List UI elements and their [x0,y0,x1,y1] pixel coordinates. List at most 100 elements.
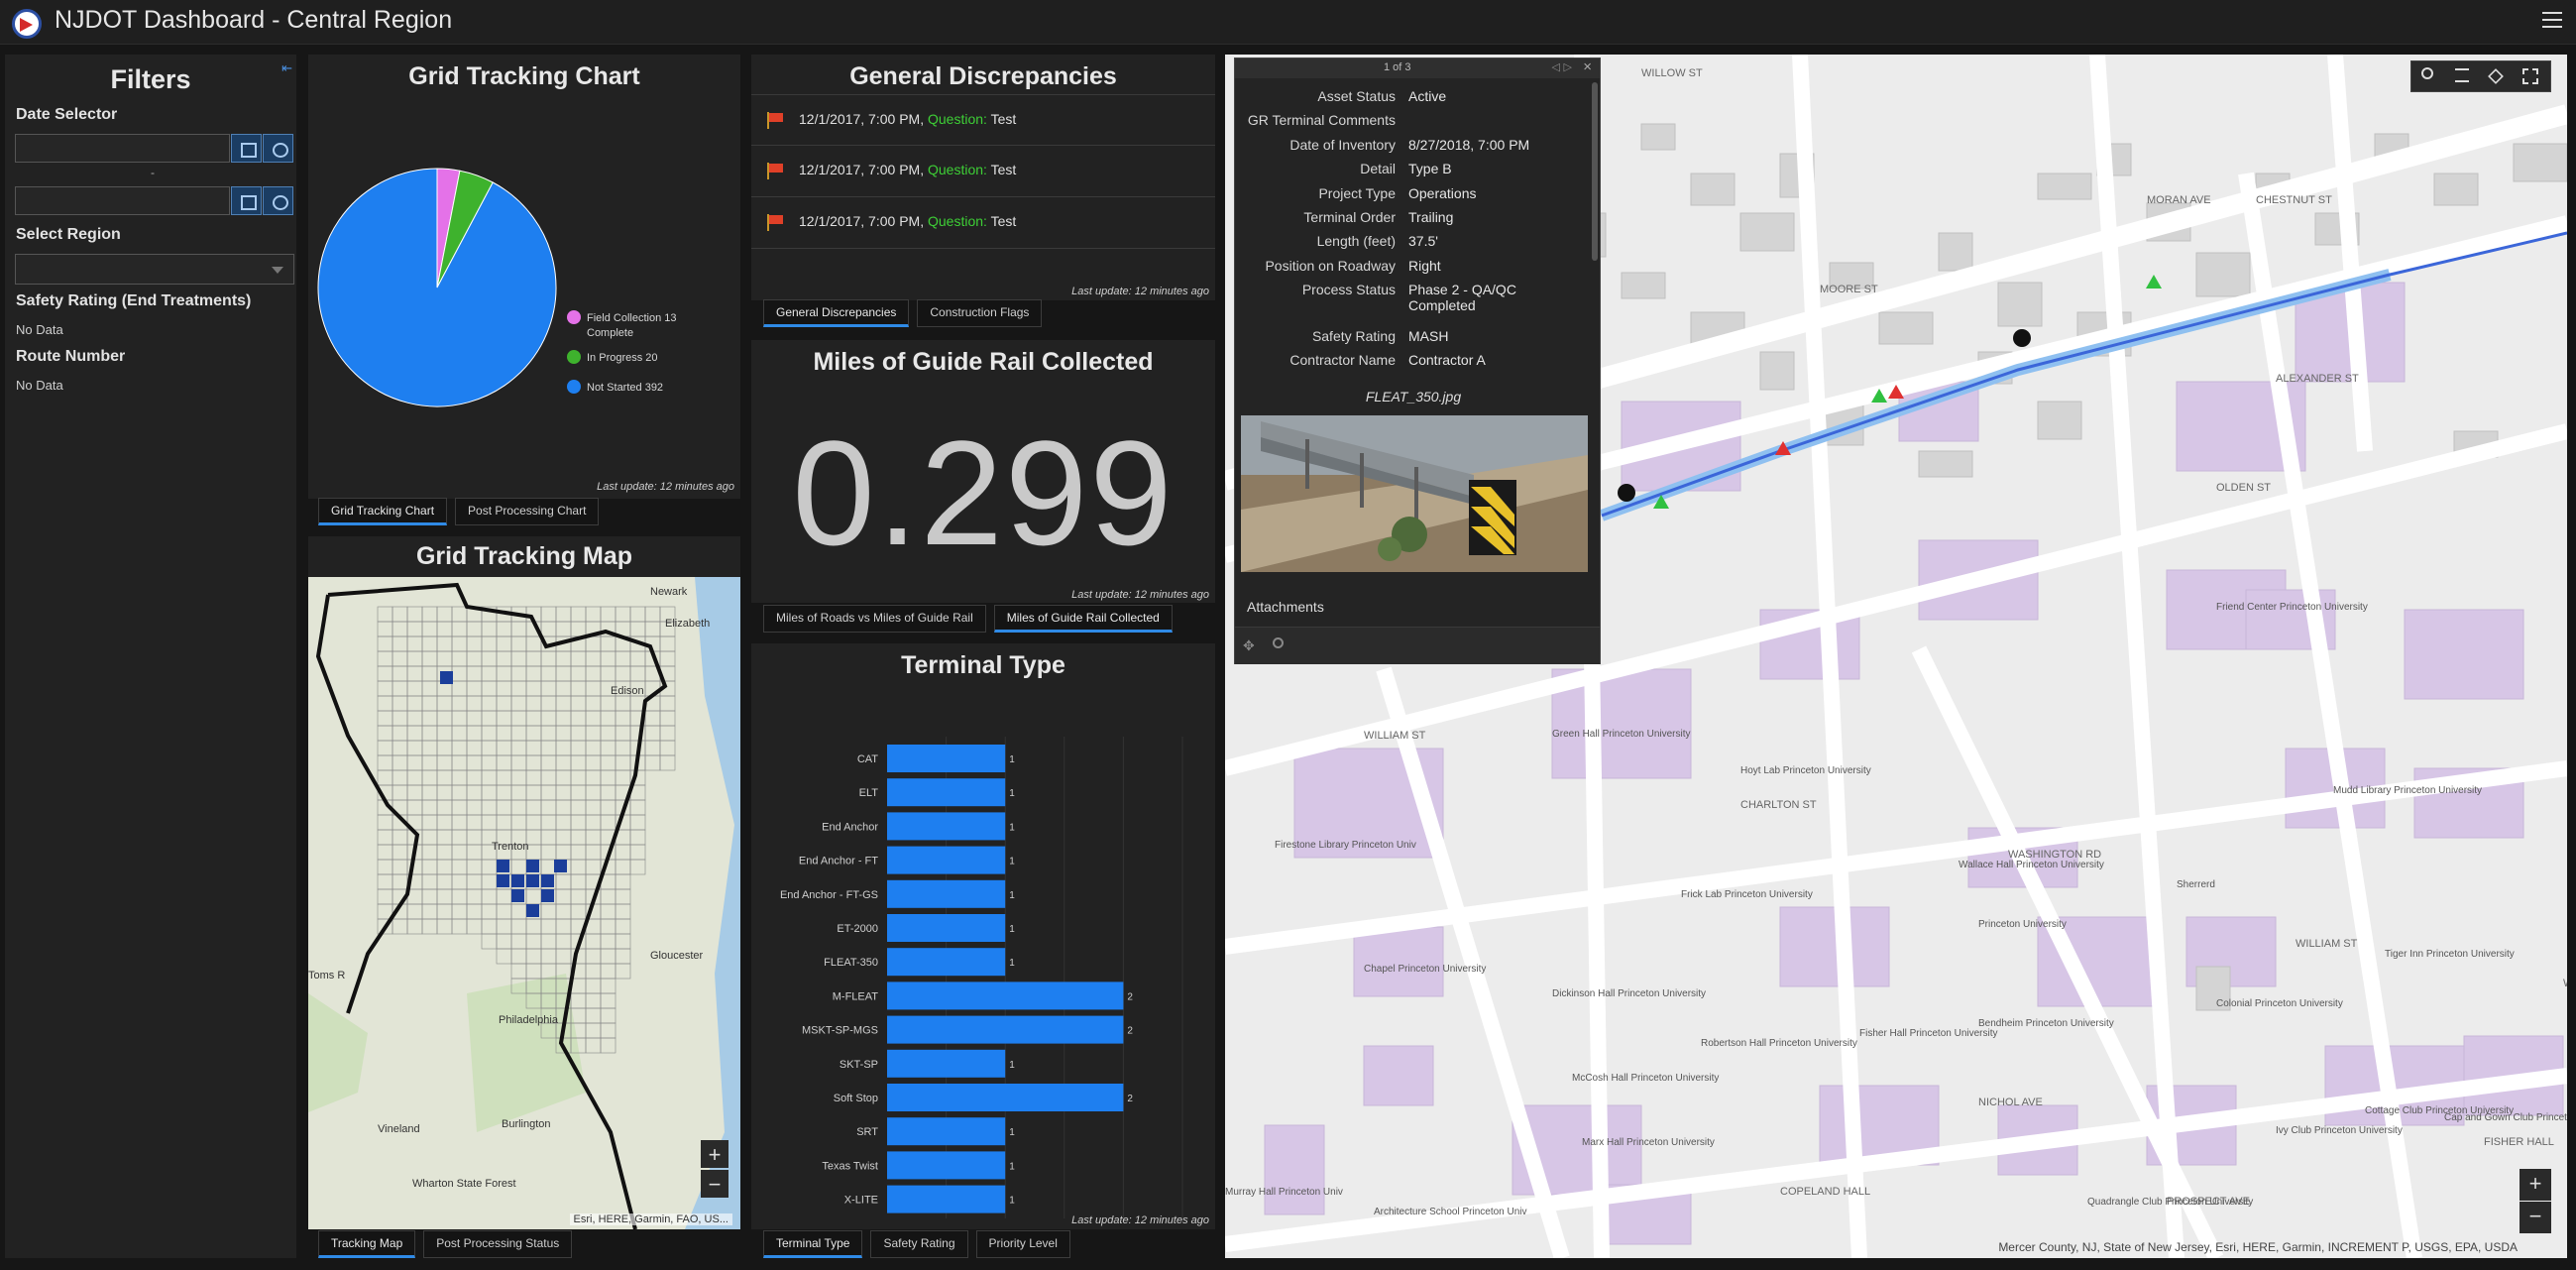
tab-safety-rating[interactable]: Safety Rating [870,1230,968,1258]
tab-miles-roads-vs-guide-rail[interactable]: Miles of Roads vs Miles of Guide Rail [763,605,986,633]
tab-tracking-map[interactable]: Tracking Map [318,1230,416,1258]
safety-rating-label: Safety Rating (End Treatments) [16,292,252,309]
y-tick-label: FLEAT-350 [824,957,878,969]
data-label: 1 [1009,1060,1015,1071]
building-footprint [2513,143,2567,182]
y-tick-label: M-FLEAT [833,990,879,1002]
last-update: Last update: 12 minutes ago [1071,286,1209,297]
legend-icon[interactable] [2455,68,2469,82]
tab-post-processing-status[interactable]: Post Processing Status [423,1230,573,1258]
list-item[interactable]: 12/1/2017, 7:00 PM, Question: Test [751,197,1215,249]
grid-chart-tabs: Grid Tracking Chart Post Processing Char… [318,498,600,525]
tab-priority-level[interactable]: Priority Level [975,1230,1070,1258]
attribute-key: Position on Roadway [1265,257,1396,274]
building-footprint [1918,450,1973,478]
bar [887,1015,1124,1044]
list-item[interactable]: 12/1/2017, 7:00 PM, Question: Test [751,94,1215,146]
data-label: 1 [1009,754,1015,765]
building-label: Dickinson Hall Princeton University [1552,988,1706,999]
tab-post-processing-chart[interactable]: Post Processing Chart [455,498,600,525]
basemap-gallery-icon[interactable] [2522,68,2538,84]
flag-icon [767,163,783,179]
building-label: McCosh Hall Princeton University [1572,1073,1719,1084]
completed-cell [511,889,524,902]
y-tick-label: ET-2000 [837,923,878,935]
calendar-icon[interactable] [231,186,262,215]
list-item[interactable]: 12/1/2017, 7:00 PM, Question: Test [751,146,1215,197]
previous-icon[interactable]: ◁ [1552,60,1560,73]
attribute-value: MASH [1408,327,1449,344]
building-footprint [1363,1045,1434,1106]
guardrail-photo [1241,415,1588,572]
zoom-in-button[interactable]: + [2520,1169,2551,1201]
place-label: Burlington [502,1118,551,1130]
legend-label: In Progress 20 [587,352,658,364]
building-footprint [1739,212,1795,252]
terminal-bar-chart: 0.511.522.5CAT1ELT1End Anchor1End Anchor… [780,737,1183,1218]
data-label: 1 [1009,1161,1015,1172]
data-label: 1 [1009,788,1015,799]
popup-scrollbar[interactable] [1592,82,1598,261]
completed-cell [526,874,539,887]
close-icon[interactable]: × [1583,58,1592,75]
filters-panel: ⇤ Filters Date Selector - Select Region … [5,55,296,1258]
y-tick-label: CAT [857,753,878,765]
legend-label: Complete [587,327,633,339]
grid-map[interactable]: Newark Elizabeth Edison Trenton Toms R Philad… [308,577,740,1229]
route-number-label: Route Number [16,348,126,365]
start-date-input[interactable] [15,134,230,163]
data-label: 1 [1009,958,1015,969]
attribute-value: Right [1408,257,1441,274]
njdot-logo-icon [12,9,42,39]
popup-attribute-row: Asset Status Active [1235,88,1592,112]
question-label: Question: [927,162,987,177]
tab-terminal-type[interactable]: Terminal Type [763,1230,863,1258]
tab-general-discrepancies[interactable]: General Discrepancies [763,299,910,327]
pan-icon[interactable]: ✥ [1243,637,1255,654]
tab-miles-guide-rail-collected[interactable]: Miles of Guide Rail Collected [993,605,1173,633]
building-footprint [1264,1124,1325,1215]
bar [887,1117,1006,1146]
grid-tracking-chart-panel: Grid Tracking Chart Field Collection 13 C… [308,55,740,499]
place-label: Vineland [378,1123,420,1135]
tab-grid-tracking-chart[interactable]: Grid Tracking Chart [318,498,448,525]
attachment-photo[interactable] [1241,415,1588,572]
completed-cell [526,860,539,872]
question-label: Question: [927,111,987,127]
building-label: Sherrerd [2177,879,2215,890]
popup-attribute-row: Date of Inventory 8/27/2018, 7:00 PM [1235,137,1592,161]
clock-icon[interactable] [263,186,293,215]
y-tick-label: End Anchor - FT [799,856,878,867]
y-tick-label: ELT [859,787,879,799]
street-label: CHESTNUT ST [2256,194,2332,206]
building-footprint [1878,311,1934,345]
zoom-out-button[interactable]: − [701,1170,728,1198]
calendar-icon[interactable] [231,134,262,163]
next-icon[interactable]: ▷ [1564,60,1572,73]
popup-attribute-row: Detail Type B [1235,161,1592,184]
zoom-out-button[interactable]: − [2520,1202,2551,1233]
grid-chart-title: Grid Tracking Chart [408,62,640,90]
data-label: 1 [1009,890,1015,901]
hamburger-menu-icon[interactable] [2542,12,2562,30]
layers-icon[interactable] [2488,68,2504,84]
zoom-in-button[interactable]: + [701,1140,728,1168]
tab-construction-flags[interactable]: Construction Flags [917,299,1043,327]
end-date-input[interactable] [15,186,230,215]
search-icon[interactable] [2421,67,2433,79]
grid-map-title: Grid Tracking Map [415,542,633,570]
building-label: Ivy Club Princeton University [2276,1125,2403,1136]
bar [887,981,1124,1010]
building-label: Colonial Princeton University [2216,998,2343,1009]
street-label: OLDEN ST [2216,482,2271,494]
clock-icon[interactable] [263,134,293,163]
street-label: WILLOW ST [1641,67,1703,79]
building-footprint [2404,609,2524,700]
building-label: Mudd Library Princeton University [2333,785,2482,796]
region-select[interactable] [15,254,294,285]
building-footprint [1779,906,1890,987]
bar [887,812,1006,841]
zoom-to-icon[interactable] [1273,637,1284,648]
completed-cell [511,874,524,887]
attribute-key: Detail [1360,161,1396,177]
